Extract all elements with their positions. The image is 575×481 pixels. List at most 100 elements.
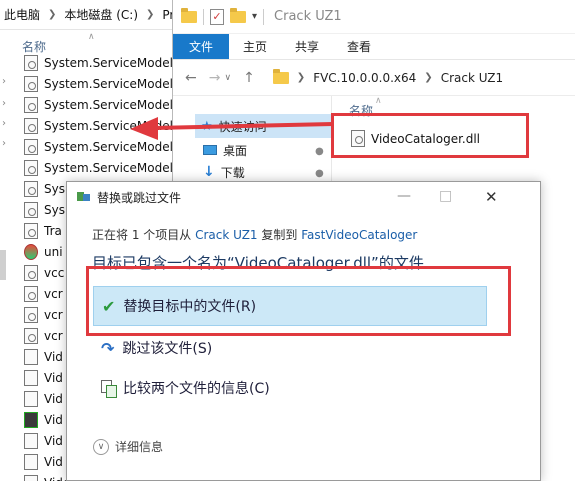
new-folder-icon[interactable] — [230, 7, 246, 23]
dll-file-icon — [24, 180, 38, 197]
chevron-right-icon: ❯ — [296, 72, 306, 83]
recent-locations-chevron-icon[interactable]: ∨ — [224, 73, 231, 83]
maximize-button[interactable]: □ — [439, 188, 452, 204]
ribbon-tabs: 文件 主页 共享 查看 — [173, 34, 575, 60]
skip-arrow-icon: ↷ — [101, 338, 115, 358]
dll-file-icon — [24, 285, 38, 302]
folder-icon — [272, 68, 289, 84]
chevron-right-icon[interactable]: › — [2, 118, 6, 129]
dll-file-icon — [24, 96, 38, 113]
color-app-icon — [24, 243, 38, 260]
chevron-right-icon[interactable]: › — [2, 138, 6, 149]
address-bar: ← → ∨ ↑ ❯ FVC.10.0.0.0.x64 ❯ Crack UZ1 — [173, 60, 575, 96]
highlight-box-replace-option — [86, 266, 511, 336]
dll-file-icon — [24, 264, 38, 281]
background-file-name: System.ServiceModel — [44, 160, 173, 175]
dll-file-icon — [24, 75, 38, 92]
window-title: Crack UZ1 — [274, 9, 342, 24]
dll-file-icon — [24, 117, 38, 134]
tab-file[interactable]: 文件 — [173, 34, 230, 59]
film-icon — [24, 411, 38, 428]
copy-info-line: 正在将 1 个项目从 Crack UZ1 复制到 FastVideoCatalo… — [92, 226, 417, 243]
background-file-name: uni — [44, 244, 63, 259]
dll-file-icon — [24, 54, 38, 71]
dll-file-icon — [24, 201, 38, 218]
nav-item-label: 下载 — [220, 165, 245, 180]
chevron-right-icon[interactable]: › — [2, 76, 6, 87]
background-file-row[interactable]: System.ServiceModel — [24, 157, 174, 178]
folder-icon — [181, 7, 197, 23]
details-toggle[interactable]: ∨ 详细信息 — [93, 438, 163, 455]
file-icon — [24, 474, 38, 481]
dialog-title-bar[interactable]: 替换或跳过文件 — [67, 182, 540, 212]
background-file-name: System.ServiceModel — [44, 76, 173, 91]
file-icon — [24, 390, 38, 407]
chevron-down-icon: ∨ — [93, 438, 109, 455]
minimize-button[interactable]: — — [397, 188, 411, 204]
background-file-name: Sys — [44, 202, 65, 217]
download-arrow-icon: ↓ — [203, 164, 215, 180]
compare-option-label: 比较两个文件的信息(C) — [123, 381, 270, 397]
dll-file-icon — [24, 306, 38, 323]
highlight-box-file — [331, 113, 529, 158]
details-label: 详细信息 — [115, 440, 164, 454]
background-file-name: Vid — [44, 370, 63, 385]
pin-icon[interactable]: ● — [312, 167, 326, 181]
sort-caret-icon: ∧ — [88, 32, 95, 42]
address-segment-fvc[interactable]: FVC.10.0.0.0.x64 — [313, 71, 416, 85]
explorer-window: ✓ ▾ Crack UZ1 文件 主页 共享 查看 ← → ∨ ↑ ❯ FVC.… — [172, 0, 575, 200]
file-icon — [24, 348, 38, 365]
background-file-name: Vid — [44, 391, 63, 406]
address-path[interactable]: ❯ FVC.10.0.0.0.x64 ❯ Crack UZ1 — [272, 68, 503, 85]
background-file-row[interactable]: System.ServiceModel — [24, 52, 174, 73]
file-transfer-icon — [77, 191, 91, 203]
dll-file-icon — [24, 222, 38, 239]
toolbar-divider — [203, 8, 204, 25]
background-file-name: System.ServiceModel — [44, 55, 173, 70]
file-icon — [24, 432, 38, 449]
dll-file-icon — [24, 138, 38, 155]
background-file-name: vcc — [44, 265, 65, 280]
close-button[interactable]: ✕ — [485, 188, 498, 206]
source-folder-link[interactable]: Crack UZ1 — [195, 228, 257, 242]
compare-documents-icon — [101, 380, 117, 398]
forward-arrow-icon[interactable]: → — [209, 70, 221, 86]
up-arrow-icon[interactable]: ↑ — [243, 70, 255, 86]
background-file-name: Vid — [44, 412, 63, 427]
red-arrow-annotation — [130, 117, 334, 140]
properties-check-icon[interactable]: ✓ — [210, 8, 224, 25]
background-file-name: Vid — [44, 433, 63, 448]
target-folder-link[interactable]: FastVideoCataloger — [301, 228, 417, 242]
skip-option-label: 跳过该文件(S) — [122, 341, 213, 357]
toolbar-divider — [263, 8, 265, 25]
chevron-right-icon: ❯ — [424, 72, 433, 83]
skip-file-option[interactable]: ↷ 跳过该文件(S) — [101, 338, 212, 358]
background-file-name: Tra — [44, 223, 62, 238]
background-file-name: vcr — [44, 307, 63, 322]
background-file-name: Sys — [44, 181, 65, 196]
sort-caret-icon: ∧ — [375, 96, 382, 106]
quick-access-dropdown-icon[interactable]: ▾ — [252, 11, 257, 22]
file-icon — [24, 453, 38, 470]
tab-share[interactable]: 共享 — [281, 34, 333, 59]
file-icon — [24, 369, 38, 386]
background-file-row[interactable]: System.ServiceModel — [24, 73, 174, 94]
chevron-right-icon: ❯ — [48, 9, 57, 20]
back-arrow-icon[interactable]: ← — [185, 70, 197, 86]
tab-view[interactable]: 查看 — [333, 34, 385, 59]
copy-info-prefix: 正在将 1 个项目从 — [92, 228, 192, 242]
compare-files-option[interactable]: 比较两个文件的信息(C) — [101, 378, 270, 398]
background-file-name: Vid — [44, 454, 63, 469]
chevron-right-icon[interactable]: › — [2, 98, 6, 109]
background-file-name: vcr — [44, 328, 63, 343]
copy-info-middle: 复制到 — [261, 228, 298, 242]
background-file-name: vcr — [44, 286, 63, 301]
dll-file-icon — [24, 159, 38, 176]
chevron-right-icon: ❯ — [146, 9, 155, 20]
dialog-title: 替换或跳过文件 — [97, 190, 182, 205]
breadcrumb-item-this-pc[interactable]: 此电脑 — [4, 6, 40, 23]
breadcrumb-item-local-disk[interactable]: 本地磁盘 (C:) — [64, 6, 138, 23]
address-segment-crack[interactable]: Crack UZ1 — [441, 71, 503, 85]
tab-home[interactable]: 主页 — [229, 34, 281, 59]
background-scrollbar-thumb[interactable] — [0, 250, 6, 280]
